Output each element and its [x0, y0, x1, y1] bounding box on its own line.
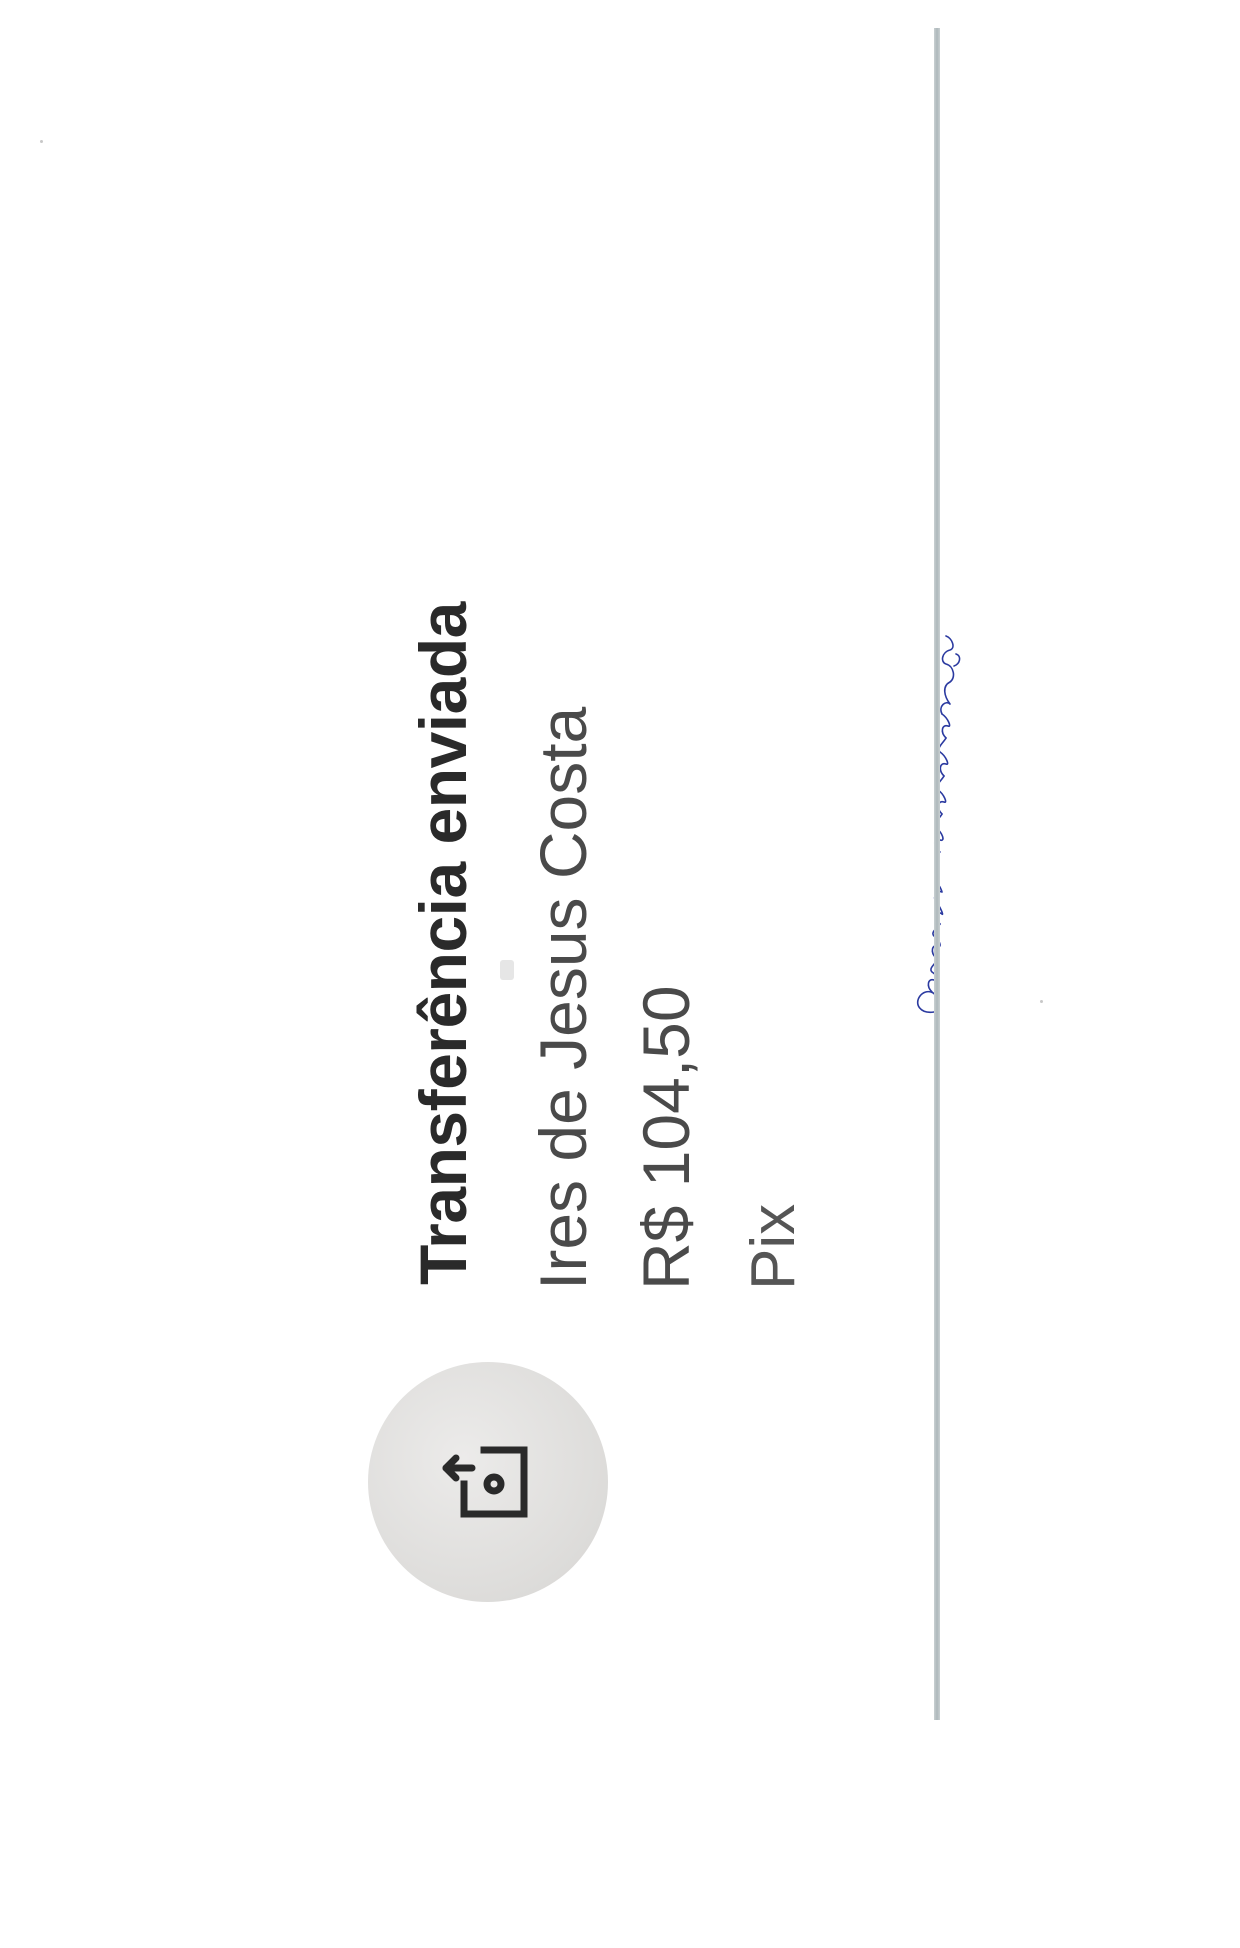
scan-speck: [40, 140, 43, 143]
transfer-out-icon: [442, 1446, 528, 1518]
divider-line: [934, 28, 940, 1720]
recipient-name: Ires de Jesus Costa: [526, 706, 600, 1290]
scan-speck: [500, 960, 514, 980]
avatar: [368, 1362, 608, 1602]
transaction-amount: R$ 104,50: [629, 985, 703, 1290]
handwritten-signature: [916, 635, 961, 1014]
transaction-title: Transferência enviada: [406, 602, 480, 1285]
scan-speck: [1040, 1000, 1043, 1003]
payment-method: Pix: [739, 1203, 808, 1290]
